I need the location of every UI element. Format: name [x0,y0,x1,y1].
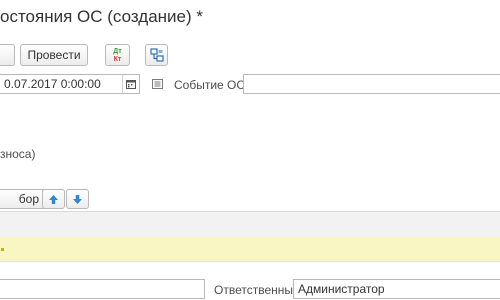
arrow-down-icon [73,194,82,204]
event-field[interactable] [243,74,500,94]
date-value: 0.07.2017 0:00:00 [4,77,101,91]
row-marker [1,248,4,251]
responsible-field[interactable]: Администратор [293,279,500,299]
select-button[interactable]: бор [0,189,46,209]
responsible-value: Администратор [298,282,385,296]
table-row[interactable] [0,237,500,262]
depreciation-text: зноса) [0,147,36,161]
arrow-up-icon [49,194,58,204]
select-button-label: бор [18,192,39,206]
page-title: остояния ОС (создание) * [0,7,203,26]
responsible-label: Ответственный: [214,283,304,297]
date-field[interactable]: 0.07.2017 0:00:00 [0,74,123,94]
table-header [0,211,500,238]
calendar-icon [126,80,136,89]
dt-kt-button[interactable]: Дт Кт [105,44,130,66]
dt-kt-icon: Дт Кт [113,48,121,63]
event-label: Событие ОС: [174,78,249,92]
kt-label: Кт [113,55,122,63]
structure-icon [149,48,164,62]
calendar-button[interactable] [122,74,140,94]
document-icon[interactable] [152,79,163,89]
post-and-close-button[interactable] [0,44,15,66]
structure-button[interactable] [145,44,168,66]
post-button[interactable]: Провести [20,44,88,66]
comment-field[interactable] [0,279,205,299]
dt-label: Дт [113,47,122,55]
move-up-button[interactable] [42,189,65,209]
move-down-button[interactable] [66,189,89,209]
document-form-window: остояния ОС (создание) * Провести Дт Кт … [0,0,500,300]
